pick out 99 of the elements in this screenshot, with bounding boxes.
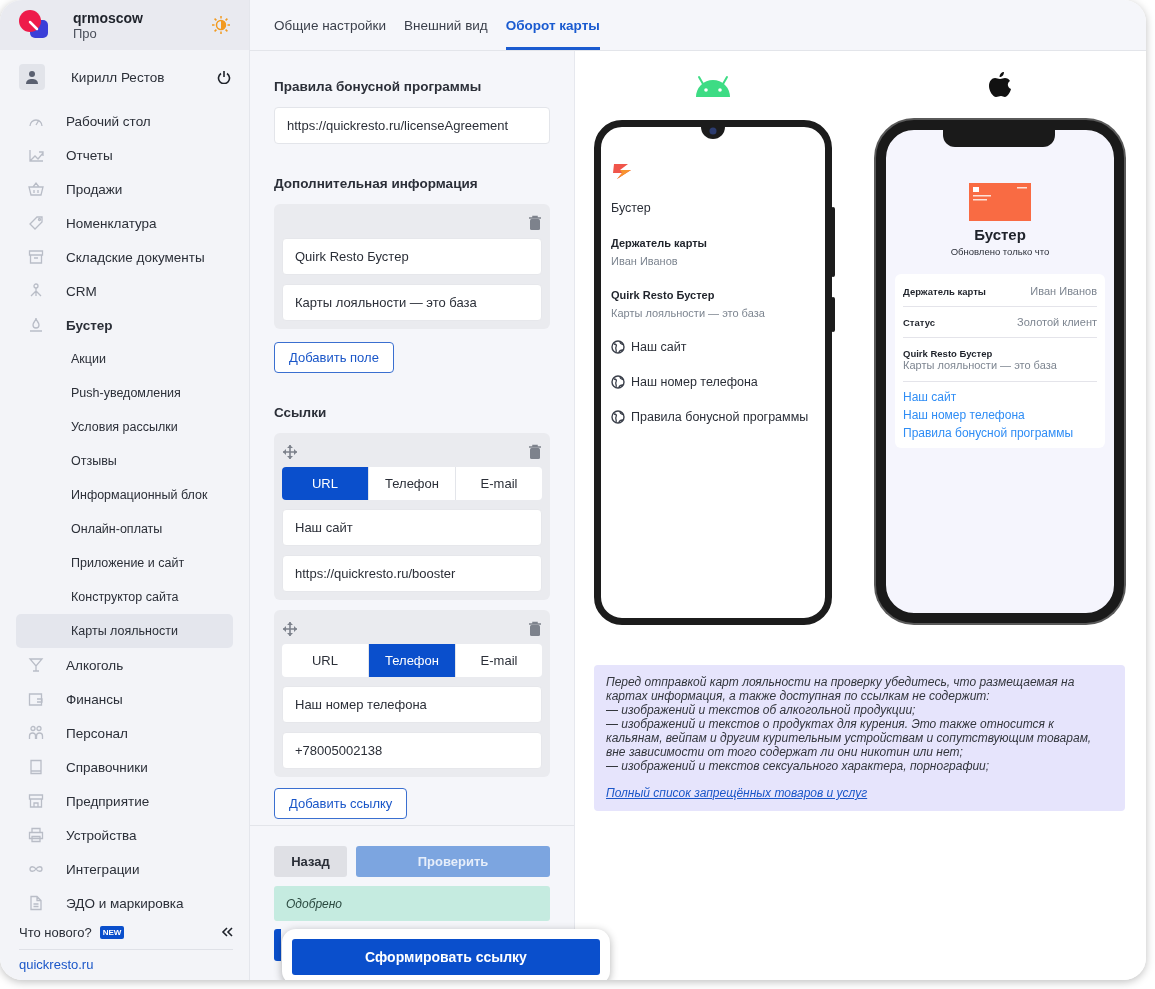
status-message: Одобрено	[274, 886, 550, 921]
nav-subitem[interactable]: Условия рассылки	[16, 410, 233, 444]
nav-subitem[interactable]: Конструктор сайта	[16, 580, 233, 614]
notice-text: Перед отправкой карт лояльности на проверку убедитесь, что размещаемая на картах информация, а также доступная по ссылкам не содержит: — изображений и текстов об алкогольной продукции; — изображений и текстов о продуктах для курения. Это также относится к кальянам, вейпам и другим курительным устройствам и сопутствующим товарам, вне зависимости от того содержат ли они никотин или нет; — изображений и текстов сексуального характера, порнографии;	[606, 675, 1093, 773]
field-label: Quirk Resto Бустер	[611, 289, 716, 301]
nav-subitem[interactable]: Push-уведомления	[16, 376, 233, 410]
section-title: Ссылки	[274, 404, 328, 422]
globe-icon	[611, 375, 625, 389]
nav-item[interactable]: Предприятие	[16, 784, 233, 818]
nav-subitem[interactable]: Информационный блок	[16, 478, 233, 512]
new-badge: NEW	[99, 925, 125, 939]
wallet-icon	[28, 691, 44, 707]
nav-item[interactable]: Складские документы	[16, 240, 233, 274]
input-field[interactable]: Наш сайт	[282, 509, 542, 546]
back-button[interactable]: Назад	[274, 846, 347, 877]
nav-item[interactable]: Отчеты	[16, 138, 233, 172]
field-value: Иван Иванов	[611, 255, 679, 267]
card-subtitle: Обновлено только что	[950, 246, 1050, 257]
card-title: Бустер	[611, 201, 652, 215]
nav-item[interactable]: Персонал	[16, 716, 233, 750]
printer-icon	[28, 827, 44, 843]
basket-icon	[28, 181, 44, 197]
nav-subitem[interactable]: Приложение и сайт	[16, 546, 233, 580]
pass-link[interactable]: Правила бонусной программы	[903, 426, 1097, 440]
link-label[interactable]: Наш номер телефона	[631, 375, 758, 389]
archive-icon	[28, 249, 44, 265]
field-label: Статус	[903, 316, 936, 328]
input-field[interactable]: https://quickresto.ru/licenseAgreement	[274, 107, 550, 144]
collapse-icon[interactable]	[221, 927, 233, 937]
theme-toggle-icon[interactable]	[211, 15, 231, 35]
globe-icon	[611, 410, 625, 424]
segment-option[interactable]: E-mail	[456, 467, 542, 500]
section-title: Правила бонусной программы	[274, 78, 483, 96]
move-icon[interactable]	[282, 444, 298, 460]
trash-icon[interactable]	[528, 215, 542, 231]
input-field[interactable]: https://quickresto.ru/booster	[282, 555, 542, 592]
generate-link-button[interactable]: Сформировать ссылку	[292, 939, 600, 975]
field-value: Иван Иванов	[1030, 285, 1097, 297]
tag-icon	[28, 215, 44, 231]
card-image	[969, 183, 1031, 221]
trash-icon[interactable]	[528, 444, 542, 460]
site-link[interactable]: quickresto.ru	[19, 957, 94, 972]
link-label[interactable]: Наш сайт	[631, 340, 687, 354]
segment-option[interactable]: Телефон	[369, 644, 456, 677]
nav-subitem[interactable]: Отзывы	[16, 444, 233, 478]
link-label[interactable]: Правила бонусной программы	[631, 410, 809, 424]
glass-icon	[28, 657, 44, 673]
org-plan: Про	[73, 25, 97, 41]
segment-option[interactable]: E-mail	[456, 644, 542, 677]
android-logo-icon	[694, 75, 732, 99]
prohibited-list-link[interactable]: Полный список запрещённых товаров и услуг	[606, 786, 868, 800]
trash-icon[interactable]	[528, 621, 542, 637]
input-field[interactable]: +78005002138	[282, 732, 542, 769]
input-field[interactable]: Наш номер телефона	[282, 686, 542, 723]
apple-logo-icon	[988, 71, 1012, 99]
card-title: Бустер	[974, 226, 1026, 243]
nav-item[interactable]: Устройства	[16, 818, 233, 852]
input-field[interactable]: Карты лояльности — это база	[282, 284, 542, 321]
nav-item[interactable]: ЭДО и маркировка	[16, 886, 233, 920]
person-icon	[25, 70, 39, 84]
input-field[interactable]: Quirk Resto Бустер	[282, 238, 542, 275]
nav-item[interactable]: Интеграции	[16, 852, 233, 886]
nav-subitem[interactable]: Онлайн-оплаты	[16, 512, 233, 546]
app-logo-icon	[611, 161, 633, 181]
nav-item[interactable]: CRM	[16, 274, 233, 308]
nav-item[interactable]: Продажи	[16, 172, 233, 206]
shop-icon	[28, 793, 44, 809]
move-icon[interactable]	[282, 621, 298, 637]
nav-item[interactable]: Алкоголь	[16, 648, 233, 682]
field-value: Карты лояльности — это база	[611, 307, 766, 319]
power-icon[interactable]	[217, 70, 231, 84]
logo-icon	[18, 9, 50, 41]
add-field-button[interactable]: Добавить поле	[274, 342, 394, 373]
globe-icon	[611, 340, 625, 354]
section-title: Дополнительная информация	[274, 175, 479, 193]
whats-new-link[interactable]: Что нового?	[19, 924, 92, 940]
book-icon	[28, 759, 44, 775]
user-name: Кирилл Рестов	[71, 69, 166, 85]
field-label: Quirk Resto Бустер	[903, 348, 993, 359]
nav-item[interactable]: Финансы	[16, 682, 233, 716]
camera-notch	[701, 125, 725, 139]
org-name: qrmoscow	[73, 9, 144, 26]
add-link-button[interactable]: Добавить ссылку	[274, 788, 408, 819]
nav-item[interactable]: Рабочий стол	[16, 104, 233, 138]
segment-option[interactable]: Телефон	[369, 467, 456, 500]
nav-subitem[interactable]: Карты лояльности	[16, 614, 233, 648]
people-icon	[28, 725, 44, 741]
segment-option[interactable]: URL	[282, 467, 369, 500]
nav-item[interactable]: Справочники	[16, 750, 233, 784]
nav-item[interactable]: Бустер	[16, 308, 233, 342]
field-label: Держатель карты	[903, 285, 986, 297]
nav-subitem[interactable]: Акции	[16, 342, 233, 376]
nav-item[interactable]: Номенклатура	[16, 206, 233, 240]
chart-icon	[28, 147, 44, 163]
document-icon	[28, 895, 44, 911]
tab[interactable]: Общие настройки	[274, 0, 387, 50]
pass-link[interactable]: Наш сайт	[903, 390, 1097, 404]
field-label: Держатель карты	[611, 237, 708, 249]
tab[interactable]: Внешний вид	[404, 0, 488, 50]
